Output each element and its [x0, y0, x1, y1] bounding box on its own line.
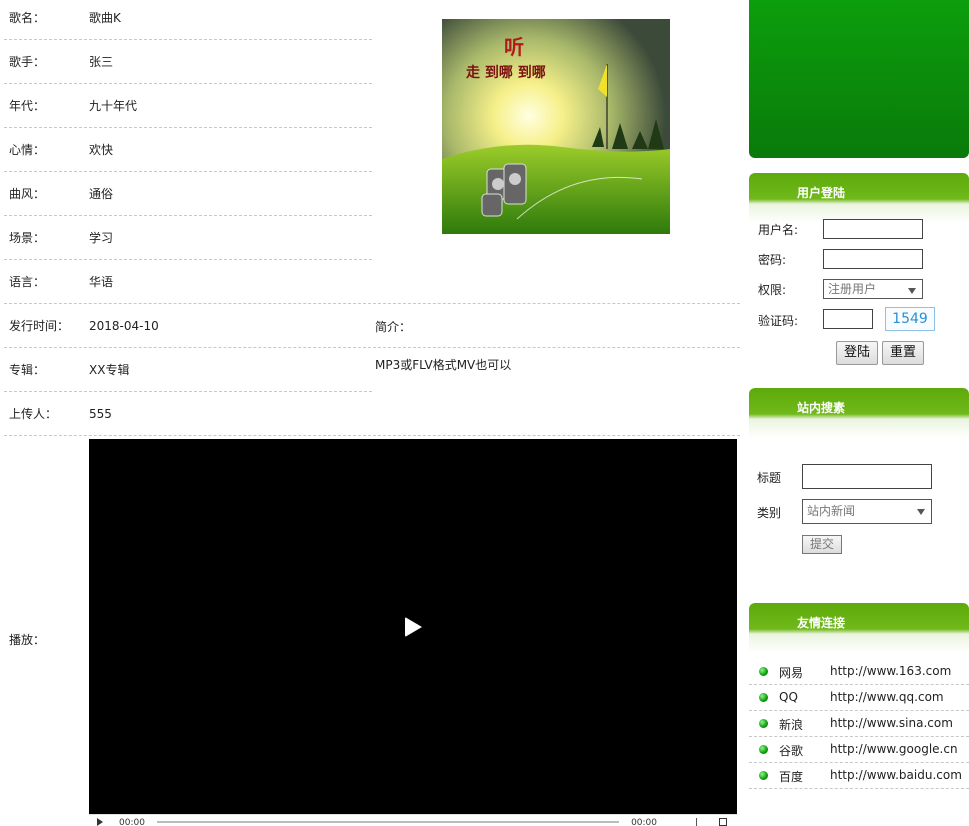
- play-icon[interactable]: [405, 617, 422, 637]
- detail-row-scene: 场景： 学习: [4, 216, 372, 260]
- link-url[interactable]: http://www.qq.com: [830, 690, 944, 704]
- detail-value: XX专辑: [89, 363, 130, 377]
- detail-row-style: 曲风： 通俗: [4, 172, 372, 216]
- chevron-down-icon: [917, 509, 925, 515]
- captcha-input[interactable]: [823, 309, 873, 329]
- sidebar-banner: [749, 0, 969, 158]
- search-category-select[interactable]: 站内新闻: [802, 499, 932, 524]
- links-box-title: 友情连接: [797, 616, 846, 630]
- player-label: 播放：: [9, 633, 46, 647]
- detail-value: 九十年代: [89, 99, 138, 113]
- bullet-icon: [759, 719, 768, 728]
- captcha-label: 验证码:: [758, 314, 799, 328]
- links-box-header: 友情连接: [749, 603, 969, 653]
- reset-button[interactable]: 重置: [882, 341, 924, 365]
- detail-label: 心情：: [9, 143, 46, 157]
- detail-value: 歌曲K: [89, 11, 121, 25]
- detail-value: 555: [89, 406, 112, 421]
- role-selected: 注册用户: [828, 282, 877, 296]
- link-url[interactable]: http://www.163.com: [830, 664, 951, 678]
- detail-row-album: 专辑： XX专辑: [4, 348, 372, 392]
- username-input[interactable]: [823, 219, 923, 239]
- detail-row-release-date: 发行时间： 2018-04-10: [4, 304, 740, 348]
- intro-label: 简介：: [375, 320, 412, 334]
- detail-value: 华语: [89, 275, 114, 289]
- friend-links-list: 网易 http://www.163.com QQ http://www.qq.c…: [749, 659, 969, 789]
- video-player[interactable]: 00:00 00:00: [89, 439, 737, 826]
- detail-label: 专辑：: [9, 363, 46, 377]
- bullet-icon: [759, 693, 768, 702]
- fullscreen-icon[interactable]: [719, 818, 727, 826]
- detail-label: 歌手：: [9, 55, 46, 69]
- link-name[interactable]: 网易: [779, 664, 803, 681]
- chevron-down-icon: [908, 288, 916, 294]
- detail-value: 学习: [89, 231, 114, 245]
- detail-label: 年代：: [9, 99, 46, 113]
- search-title-label: 标题: [757, 471, 782, 485]
- link-url[interactable]: http://www.google.cn: [830, 742, 958, 756]
- link-url[interactable]: http://www.baidu.com: [830, 768, 962, 782]
- detail-value: 通俗: [89, 187, 114, 201]
- intro-text: MP3或FLV格式MV也可以: [375, 358, 512, 372]
- detail-row-song-name: 歌名： 歌曲K: [4, 0, 372, 40]
- search-category-label: 类别: [757, 506, 782, 520]
- login-button[interactable]: 登陆: [836, 341, 878, 365]
- detail-label: 歌名：: [9, 11, 46, 25]
- detail-row-singer: 歌手： 张三: [4, 40, 372, 84]
- login-box-title: 用户登陆: [797, 186, 846, 200]
- search-box-title: 站内搜素: [797, 401, 846, 415]
- detail-label: 场景：: [9, 231, 46, 245]
- list-item[interactable]: 百度 http://www.baidu.com: [749, 763, 969, 789]
- link-name[interactable]: 新浪: [779, 716, 803, 733]
- detail-row-era: 年代： 九十年代: [4, 84, 372, 128]
- current-time: 00:00: [119, 818, 145, 826]
- detail-row-mood: 心情： 欢快: [4, 128, 372, 172]
- detail-row-uploader: 上传人： 555: [4, 392, 740, 436]
- search-box-header: 站内搜素: [749, 388, 969, 438]
- bullet-icon: [759, 667, 768, 676]
- bullet-icon: [759, 771, 768, 780]
- list-item[interactable]: 网易 http://www.163.com: [749, 659, 969, 685]
- list-item[interactable]: 谷歌 http://www.google.cn: [749, 737, 969, 763]
- link-name[interactable]: QQ: [779, 690, 798, 704]
- role-label: 权限:: [758, 283, 787, 297]
- detail-label: 曲风：: [9, 187, 46, 201]
- cover-subtitle: 走 到哪 到哪: [466, 65, 546, 81]
- list-item[interactable]: 新浪 http://www.sina.com: [749, 711, 969, 737]
- link-name[interactable]: 谷歌: [779, 742, 803, 759]
- search-title-input[interactable]: [802, 464, 932, 489]
- role-select[interactable]: 注册用户: [823, 279, 923, 299]
- play-button-icon[interactable]: [97, 818, 103, 826]
- seek-bar[interactable]: [157, 821, 619, 823]
- detail-value: 2018-04-10: [89, 318, 159, 333]
- detail-value: 欢快: [89, 143, 114, 157]
- password-label: 密码:: [758, 253, 787, 267]
- volume-icon[interactable]: [675, 818, 697, 826]
- search-submit-button[interactable]: 提交: [802, 535, 842, 554]
- category-selected: 站内新闻: [807, 504, 856, 518]
- cover-title-char: 听: [504, 35, 524, 59]
- video-controls: 00:00 00:00: [89, 814, 737, 826]
- detail-row-language: 语言： 华语: [4, 260, 740, 304]
- album-cover-image: 听 走 到哪 到哪: [442, 19, 670, 234]
- captcha-image[interactable]: 1549: [885, 307, 935, 331]
- link-name[interactable]: 百度: [779, 768, 803, 785]
- detail-value: 张三: [89, 55, 114, 69]
- login-box-header: 用户登陆: [749, 173, 969, 223]
- bullet-icon: [759, 745, 768, 754]
- link-url[interactable]: http://www.sina.com: [830, 716, 953, 730]
- detail-label: 上传人：: [9, 407, 58, 421]
- detail-label: 语言：: [9, 275, 46, 289]
- list-item[interactable]: QQ http://www.qq.com: [749, 685, 969, 711]
- duration: 00:00: [631, 818, 657, 826]
- detail-label: 发行时间：: [9, 319, 70, 333]
- username-label: 用户名:: [758, 223, 799, 237]
- password-input[interactable]: [823, 249, 923, 269]
